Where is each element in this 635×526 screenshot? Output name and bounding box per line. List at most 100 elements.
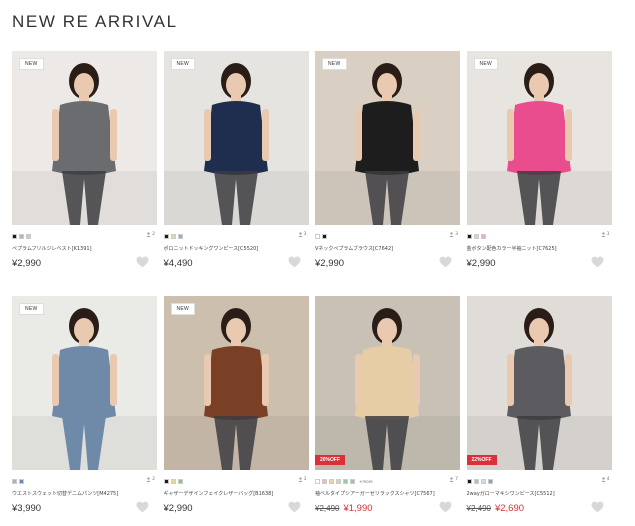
section-title: NEW RE ARRIVAL <box>12 12 178 31</box>
color-swatch[interactable] <box>163 479 169 484</box>
product-price: ¥4,490 <box>163 258 193 269</box>
product-card[interactable]: NEW 3 ギャザーデザインフェイクレザーバッグ[B1638] ¥2,990 <box>163 296 309 521</box>
color-swatch[interactable] <box>170 479 176 484</box>
product-name[interactable]: Vネックペプラムブラウス[C7642] <box>315 245 460 252</box>
heart-icon[interactable] <box>136 501 149 513</box>
color-swatch[interactable] <box>466 479 472 484</box>
model-figure <box>12 308 157 470</box>
favorite-count-value: 7 <box>455 477 458 482</box>
color-swatch[interactable] <box>19 479 24 484</box>
person-icon <box>146 232 151 237</box>
price-row: ¥2,490 ¥2,690 <box>467 503 525 514</box>
favorite-count: 3 <box>298 232 307 237</box>
favorite-count-value: 3 <box>606 232 610 237</box>
color-swatch[interactable] <box>315 234 320 239</box>
product-price: ¥2,990 <box>315 258 345 269</box>
product-image[interactable] <box>315 51 460 225</box>
heart-icon[interactable] <box>439 256 452 268</box>
product-name[interactable]: ギャザーデザインフェイクレザーバッグ[B1638] <box>164 490 309 497</box>
color-swatches: +more 7 <box>315 477 460 486</box>
heart-icon[interactable] <box>136 256 149 268</box>
color-swatches: 3 <box>163 232 309 241</box>
product-card[interactable]: NEW 3 ポロニットドッキングワンピース[C5520] ¥4,490 <box>163 51 309 276</box>
product-image[interactable] <box>163 296 309 470</box>
product-card[interactable]: NEW 3 Vネックペプラムブラウス[C7642] ¥2,990 <box>315 51 460 276</box>
color-swatches: 2 <box>12 232 157 241</box>
color-swatch[interactable] <box>163 234 169 239</box>
product-name[interactable]: 金ボタン配色カラー半袖ニット[C7625] <box>467 245 612 252</box>
more-colors-label[interactable]: +more <box>359 479 373 484</box>
color-swatch[interactable] <box>170 234 176 239</box>
sale-price: ¥2,690 <box>494 503 525 514</box>
color-swatch[interactable] <box>329 479 334 484</box>
product-price: ¥2,990 <box>12 258 42 269</box>
product-card[interactable]: NEW 3 金ボタン配色カラー半袖ニット[C7625] ¥2,990 <box>466 51 612 276</box>
model-figure <box>163 308 309 470</box>
color-swatch[interactable] <box>12 479 17 484</box>
product-image[interactable] <box>466 296 612 470</box>
new-badge: NEW <box>170 303 196 315</box>
color-swatch[interactable] <box>336 479 341 484</box>
product-card[interactable]: NEW 2 ウエストスウェット切替デニムパンツ[M4275] ¥3,990 <box>12 296 157 521</box>
product-image[interactable] <box>466 51 612 225</box>
product-name[interactable]: ポロニットドッキングワンピース[C5520] <box>164 245 309 252</box>
favorite-count-value: 3 <box>303 477 307 482</box>
product-name[interactable]: ペプラムフリルジレベスト[K1391] <box>12 245 157 252</box>
color-swatch[interactable] <box>343 479 348 484</box>
color-swatch[interactable] <box>322 234 327 239</box>
product-card[interactable]: 20%OFF +more 7 袖ベルタイプシアーガーゼリラックスシャツ[C7567… <box>315 296 460 521</box>
favorite-count: 2 <box>146 477 155 482</box>
color-swatch[interactable] <box>12 234 17 239</box>
color-swatch[interactable] <box>480 234 486 239</box>
price-row: ¥2,990 <box>12 258 41 269</box>
color-swatch[interactable] <box>466 234 472 239</box>
product-image[interactable] <box>12 296 157 470</box>
color-swatch[interactable] <box>19 234 24 239</box>
price-row: ¥4,490 <box>164 258 193 269</box>
model-figure <box>12 63 157 225</box>
price-row: ¥3,990 <box>12 503 41 514</box>
new-badge: NEW <box>19 58 44 70</box>
product-name[interactable]: 2wayガローマキシワンピース[C5512] <box>467 490 612 497</box>
sale-price: ¥1,990 <box>343 503 373 514</box>
model-figure <box>315 63 460 225</box>
product-card[interactable]: 22%OFF 4 2wayガローマキシワンピース[C5512] ¥2,490 ¥… <box>466 296 612 521</box>
product-grid: NEW 2 ペプラムフリルジレベスト[K1391] ¥2,990 NEW 3 ポ… <box>12 51 612 521</box>
color-swatch[interactable] <box>177 234 183 239</box>
product-image[interactable] <box>315 296 460 470</box>
heart-icon[interactable] <box>288 501 301 513</box>
product-price: ¥2,990 <box>466 258 496 269</box>
color-swatch[interactable] <box>315 479 320 484</box>
color-swatch[interactable] <box>487 479 493 484</box>
product-image[interactable] <box>12 51 157 225</box>
favorite-count-value: 3 <box>303 232 307 237</box>
heart-icon[interactable] <box>591 256 604 268</box>
person-icon <box>449 477 454 482</box>
product-name[interactable]: ウエストスウェット切替デニムパンツ[M4275] <box>12 490 157 497</box>
color-swatch[interactable] <box>26 234 31 239</box>
favorite-count: 3 <box>298 477 307 482</box>
person-icon <box>601 477 606 482</box>
color-swatch[interactable] <box>473 234 479 239</box>
new-badge: NEW <box>473 58 499 70</box>
heart-icon[interactable] <box>439 501 452 513</box>
product-image[interactable] <box>163 51 309 225</box>
favorite-count: 7 <box>449 477 458 482</box>
product-price: ¥3,990 <box>12 503 42 514</box>
color-swatch[interactable] <box>350 479 355 484</box>
new-badge: NEW <box>322 58 347 70</box>
heart-icon[interactable] <box>591 501 604 513</box>
heart-icon[interactable] <box>288 256 301 268</box>
discount-badge: 22%OFF <box>466 455 497 465</box>
color-swatches: 4 <box>466 477 612 486</box>
new-badge: NEW <box>19 303 44 315</box>
color-swatch[interactable] <box>473 479 479 484</box>
product-card[interactable]: NEW 2 ペプラムフリルジレベスト[K1391] ¥2,990 <box>12 51 157 276</box>
original-price: ¥2,490 <box>315 504 340 513</box>
model-figure <box>466 308 612 470</box>
color-swatches: 3 <box>315 232 460 241</box>
color-swatch[interactable] <box>480 479 486 484</box>
product-name[interactable]: 袖ベルタイプシアーガーゼリラックスシャツ[C7567] <box>315 490 460 497</box>
color-swatch[interactable] <box>322 479 327 484</box>
color-swatch[interactable] <box>177 479 183 484</box>
